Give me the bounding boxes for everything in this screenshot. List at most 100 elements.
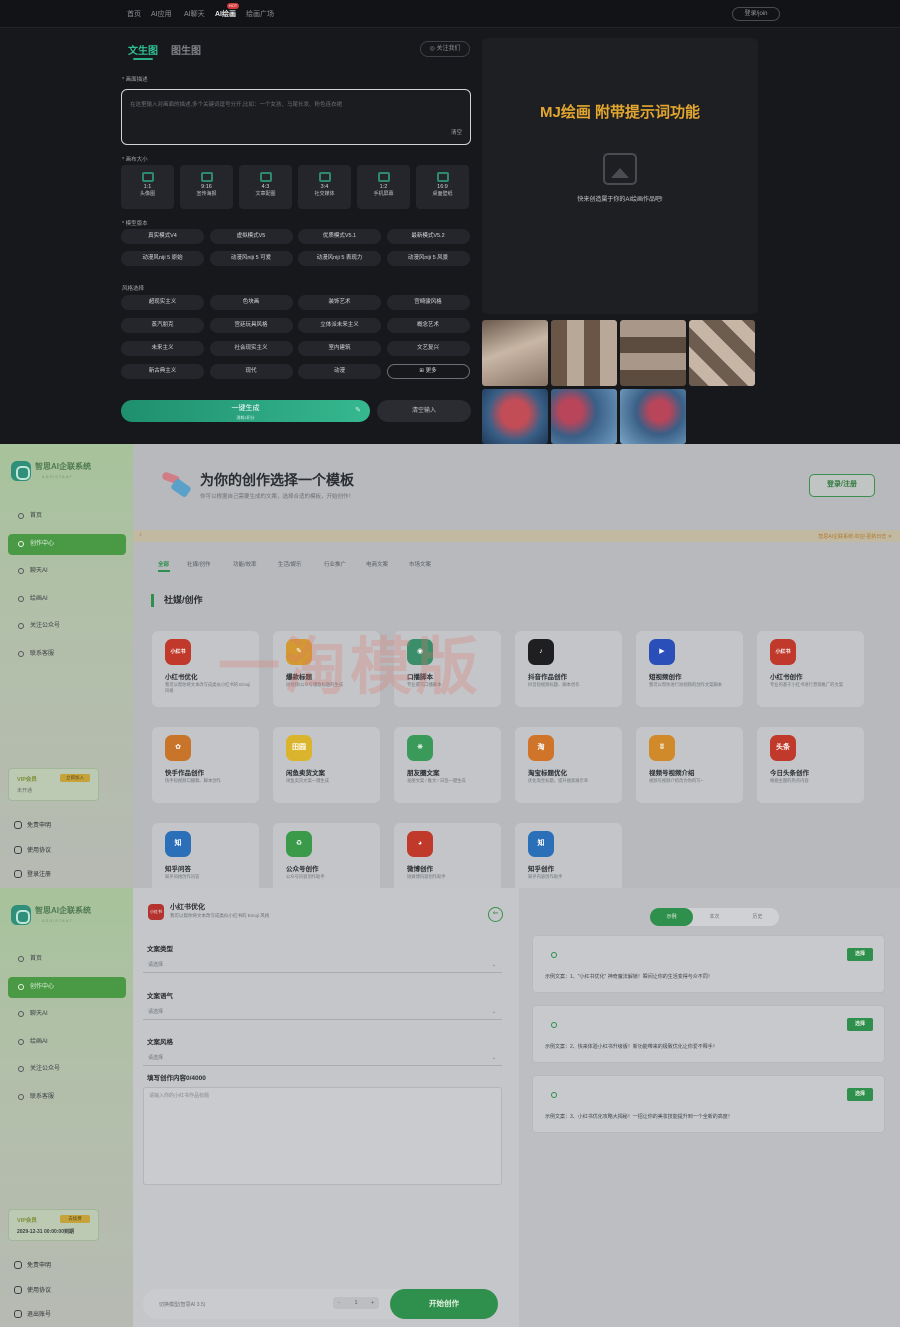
- select-style[interactable]: 请选择 ⌄: [143, 1050, 502, 1066]
- sidebar-item[interactable]: 联系客服: [8, 1087, 126, 1108]
- stepper-plus[interactable]: +: [371, 1297, 374, 1309]
- model-option[interactable]: 动漫风niji 5 风景: [386, 251, 470, 266]
- ratio-option[interactable]: 1:2 手机屏幕: [357, 165, 410, 209]
- template-card[interactable]: ✿ 快手作品创作 快手短视频口播稿、脚本创作: [152, 727, 259, 803]
- sidebar-footer-link[interactable]: 登录注册: [14, 869, 51, 878]
- template-card[interactable]: 小红书 小红书创作 专业的基于小红书进行营销推广的文案: [757, 631, 864, 707]
- sidebar-item[interactable]: 聊天AI: [8, 1004, 126, 1025]
- sidebar-item[interactable]: 绘画AI: [8, 589, 126, 610]
- sidebar-footer-link[interactable]: 退出账号: [14, 1309, 51, 1318]
- vip-card[interactable]: VIP会员 立即加入 未开通: [8, 768, 99, 801]
- ratio-option[interactable]: 1:1 头像图: [121, 165, 174, 209]
- quantity-stepper[interactable]: - 1 +: [333, 1297, 379, 1309]
- template-card[interactable]: 淘淘宝标题优化 优化淘宝标题，提升搜索展示率: [515, 727, 622, 803]
- nav-home[interactable]: 首页: [127, 9, 141, 19]
- nav-drawing-square[interactable]: 绘画广场: [246, 9, 274, 19]
- tab-image-to-image[interactable]: 图生图: [171, 42, 201, 57]
- generate-button[interactable]: 一键生成 消耗1积分 ✎: [121, 400, 370, 422]
- select-example-button[interactable]: 选择: [847, 1088, 873, 1101]
- select-type[interactable]: 请选择 ⌄: [143, 957, 502, 973]
- ratio-option[interactable]: 3:4 社交媒体: [298, 165, 351, 209]
- vip-renew-button[interactable]: 去续费: [60, 1215, 90, 1223]
- template-card[interactable]: ❋ 朋友圈文案 发朋文案 / 推文 / 日签一键生成: [394, 727, 501, 803]
- style-option[interactable]: 蒸汽朋克: [121, 318, 204, 333]
- style-option[interactable]: 未来主义: [121, 341, 204, 356]
- radio-icon[interactable]: [551, 952, 557, 958]
- sidebar-item[interactable]: 创作中心: [8, 976, 126, 998]
- select-example-button[interactable]: 选择: [847, 948, 873, 961]
- sidebar-item[interactable]: 首页: [8, 506, 126, 527]
- back-icon[interactable]: ⇐: [488, 907, 503, 922]
- template-card[interactable]: ▶ 短视频创作 我可以帮你进行短视频的创作文案脚本: [636, 631, 743, 707]
- ratio-option[interactable]: 16:9 桌面壁纸: [416, 165, 469, 209]
- gallery-thumb[interactable]: [482, 320, 548, 386]
- model-option[interactable]: 虚拟模式V5: [209, 229, 293, 244]
- clear-input-button[interactable]: 清空输入: [377, 400, 471, 422]
- login-button[interactable]: 登录/join: [732, 7, 780, 21]
- login-register-button[interactable]: 登录/注册: [809, 474, 875, 497]
- template-card[interactable]: 知知乎创作 知乎内容创作助手: [515, 823, 622, 888]
- sidebar-item[interactable]: 首页: [8, 949, 126, 970]
- tab-text-to-image[interactable]: 文生图: [128, 42, 158, 57]
- ratio-option[interactable]: 9:16 宣传海报: [180, 165, 233, 209]
- model-switch[interactable]: 切换模型(智思AI 3.5): [159, 1301, 205, 1308]
- category-tab[interactable]: 行业推广: [324, 560, 346, 568]
- template-card[interactable]: ◕ 微博创作 短微博内容创作助手: [394, 823, 501, 888]
- style-option[interactable]: 装饰艺术: [298, 295, 381, 310]
- category-tab[interactable]: 电商文案: [366, 560, 388, 568]
- vip-card[interactable]: VIP会员 去续费 2029-12-31 00:00:00到期: [8, 1209, 99, 1241]
- gallery-thumb[interactable]: [551, 389, 617, 444]
- style-option[interactable]: 社会现实主义: [209, 341, 293, 356]
- template-card[interactable]: 田园 闲鱼卖货文案 闲鱼卖货文案一键生成: [273, 727, 380, 803]
- style-option[interactable]: 文艺复兴: [386, 341, 470, 356]
- select-example-button[interactable]: 选择: [847, 1018, 873, 1031]
- sidebar-item[interactable]: 创作中心: [8, 533, 126, 555]
- sidebar-footer-link[interactable]: 使用协议: [14, 845, 51, 854]
- vip-join-button[interactable]: 立即加入: [60, 774, 90, 782]
- gallery-thumb[interactable]: [482, 389, 548, 444]
- style-option[interactable]: 超现实主义: [121, 295, 204, 310]
- category-tab[interactable]: 生活/娱乐: [278, 560, 302, 568]
- tab-current[interactable]: 本次: [693, 908, 736, 926]
- follow-us-button[interactable]: ◎ 关注我们: [420, 41, 470, 57]
- sidebar-footer-link[interactable]: 免责申明: [14, 820, 51, 829]
- select-tone[interactable]: 请选择 ⌄: [143, 1004, 502, 1020]
- start-creating-button[interactable]: 开始创作: [390, 1289, 498, 1319]
- nav-ai-drawing[interactable]: AI绘画: [215, 9, 236, 19]
- tab-history[interactable]: 历史: [736, 908, 779, 926]
- prompt-input[interactable]: 在这里输入对画面的描述,多个关键词逗号分开,比如：一个女孩、马尾长发、粉色连衣裙…: [121, 89, 471, 145]
- model-option[interactable]: 动漫风niji 5 可爱: [209, 251, 293, 266]
- sidebar-item[interactable]: 关注公众号: [8, 616, 126, 637]
- notice-text[interactable]: 智思AI企联系统-欢迎-更新日志 ✕: [818, 533, 892, 540]
- radio-icon[interactable]: [551, 1092, 557, 1098]
- style-option[interactable]: 宫廷玩具风格: [209, 318, 293, 333]
- category-tab[interactable]: 社媒/创作: [187, 560, 211, 568]
- sidebar-item[interactable]: 关注公众号: [8, 1059, 126, 1080]
- gallery-thumb[interactable]: [551, 320, 617, 386]
- style-option[interactable]: 动漫: [298, 364, 381, 379]
- content-textarea[interactable]: 请输入你的小红书作品标题: [143, 1087, 502, 1185]
- sidebar-item[interactable]: 聊天AI: [8, 561, 126, 582]
- category-tab[interactable]: 功能/效率: [233, 560, 257, 568]
- model-option[interactable]: 真实模式V4: [121, 229, 204, 244]
- template-card[interactable]: ♪ 抖音作品创作 抖音短视频标题、脚本创作: [515, 631, 622, 707]
- style-option[interactable]: 室内建筑: [298, 341, 381, 356]
- category-tab[interactable]: 市场文案: [409, 560, 431, 568]
- gallery-thumb[interactable]: [620, 320, 686, 386]
- sidebar-footer-link[interactable]: 使用协议: [14, 1285, 51, 1294]
- nav-ai-apps[interactable]: AI应用: [151, 9, 172, 19]
- style-option[interactable]: 色块画: [209, 295, 293, 310]
- ratio-option[interactable]: 4:3 文章配图: [239, 165, 292, 209]
- template-card[interactable]: ♻ 公众号创作 公众号内容创作助手: [273, 823, 380, 888]
- sidebar-item[interactable]: 联系客服: [8, 644, 126, 665]
- model-option[interactable]: 动漫风niji 5 表现力: [298, 251, 381, 266]
- more-styles-button[interactable]: ⊞ 更多: [386, 364, 470, 379]
- style-option[interactable]: 概念艺术: [386, 318, 470, 333]
- sidebar-footer-link[interactable]: 免责申明: [14, 1260, 51, 1269]
- template-card[interactable]: 知知乎问答 知乎风格创作问答: [152, 823, 259, 888]
- template-card[interactable]: 头条 今日头条创作 根据主题的热点内容: [757, 727, 864, 803]
- style-option[interactable]: 立体派未来主义: [298, 318, 381, 333]
- gallery-thumb[interactable]: [620, 389, 686, 444]
- radio-icon[interactable]: [551, 1022, 557, 1028]
- nav-ai-chat[interactable]: AI聊天: [184, 9, 205, 19]
